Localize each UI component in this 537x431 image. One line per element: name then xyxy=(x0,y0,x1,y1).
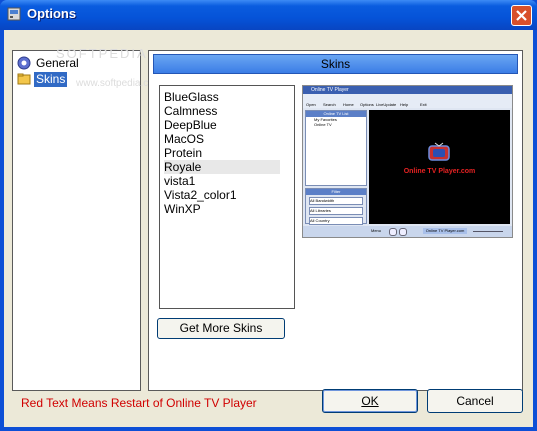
preview-toolbar-item: Search xyxy=(323,102,336,107)
skin-list[interactable]: BlueGlass Calmness DeepBlue MacOS Protei… xyxy=(159,85,295,309)
ok-button[interactable]: OK xyxy=(322,389,418,413)
tree-item-label: Skins xyxy=(34,71,68,87)
list-item-highlighted[interactable]: Royale xyxy=(164,160,280,174)
preview-brand-text: Online TV Player.com xyxy=(403,168,476,175)
preview-status-menu: Menu xyxy=(371,228,382,233)
cancel-button[interactable]: Cancel xyxy=(427,389,523,413)
preview-toolbar-item: LiveUpdate xyxy=(376,102,397,107)
tree-item-skins[interactable]: Skins xyxy=(17,71,68,87)
dialog-body: General Skins SOFTPEDIA www.softpedia.co… xyxy=(4,30,533,427)
folder-icon xyxy=(17,73,31,85)
preview-toolbar: Open Search Home Options LiveUpdate Help… xyxy=(303,94,512,108)
panel-header: Skins xyxy=(153,54,518,74)
get-more-skins-button[interactable]: Get More Skins xyxy=(157,318,285,339)
preview-play-icon xyxy=(389,228,397,236)
preview-statusbar: Menu Online TV Player.com xyxy=(303,226,512,237)
window-title: Options xyxy=(27,6,77,21)
gear-icon xyxy=(17,56,31,70)
preview-tree-item: Online TV xyxy=(314,122,332,127)
watermark-logo: SOFTPEDIA xyxy=(56,46,148,61)
skin-preview: Online TV Player Open Search Home Option… xyxy=(302,85,513,238)
list-item[interactable]: WinXP xyxy=(164,202,280,216)
list-item[interactable]: vista1 xyxy=(164,174,280,188)
preview-tree: Online TV List My Favorites Online TV xyxy=(305,110,367,186)
list-item[interactable]: Protein xyxy=(164,146,280,160)
preview-filter: Filter All Bandwidth All Libraries All C… xyxy=(305,188,367,225)
app-icon xyxy=(7,7,21,21)
preview-title: Online TV Player xyxy=(311,87,349,93)
preview-stop-icon xyxy=(399,228,407,236)
preview-toolbar-item: Help xyxy=(400,102,409,107)
close-icon xyxy=(516,10,527,21)
preview-titlebar: Online TV Player xyxy=(303,86,512,94)
close-button[interactable] xyxy=(511,5,532,26)
tv-icon xyxy=(428,142,450,161)
preview-volume-slider xyxy=(473,231,503,232)
options-tree[interactable]: General Skins xyxy=(12,50,141,391)
preview-status-link: Online TV Player.com xyxy=(423,228,467,234)
skins-panel: Skins BlueGlass Calmness DeepBlue MacOS … xyxy=(148,50,523,391)
list-item[interactable]: BlueGlass xyxy=(164,90,280,104)
list-item[interactable]: MacOS xyxy=(164,132,280,146)
preview-filter-select: All Country xyxy=(309,217,363,225)
list-item[interactable]: DeepBlue xyxy=(164,118,280,132)
preview-toolbar-item: Exit xyxy=(420,102,427,107)
restart-note: Red Text Means Restart of Online TV Play… xyxy=(21,396,257,410)
preview-video: Online TV Player.com xyxy=(369,110,510,224)
ok-button-label: OK xyxy=(361,394,379,408)
list-item[interactable]: Calmness xyxy=(164,104,280,118)
list-item[interactable]: Vista2_color1 xyxy=(164,188,280,202)
preview-filter-select: All Libraries xyxy=(309,207,363,215)
title-bar[interactable]: Options xyxy=(0,0,537,30)
preview-toolbar-item: Home xyxy=(343,102,354,107)
preview-filter-header: Filter xyxy=(306,189,366,195)
options-window: Options General Skins SOFTPEDIA www.soft… xyxy=(0,0,537,431)
preview-toolbar-item: Open xyxy=(306,102,316,107)
preview-filter-select: All Bandwidth xyxy=(309,197,363,205)
preview-toolbar-item: Options xyxy=(360,102,374,107)
cancel-button-label: Cancel xyxy=(456,394,494,408)
